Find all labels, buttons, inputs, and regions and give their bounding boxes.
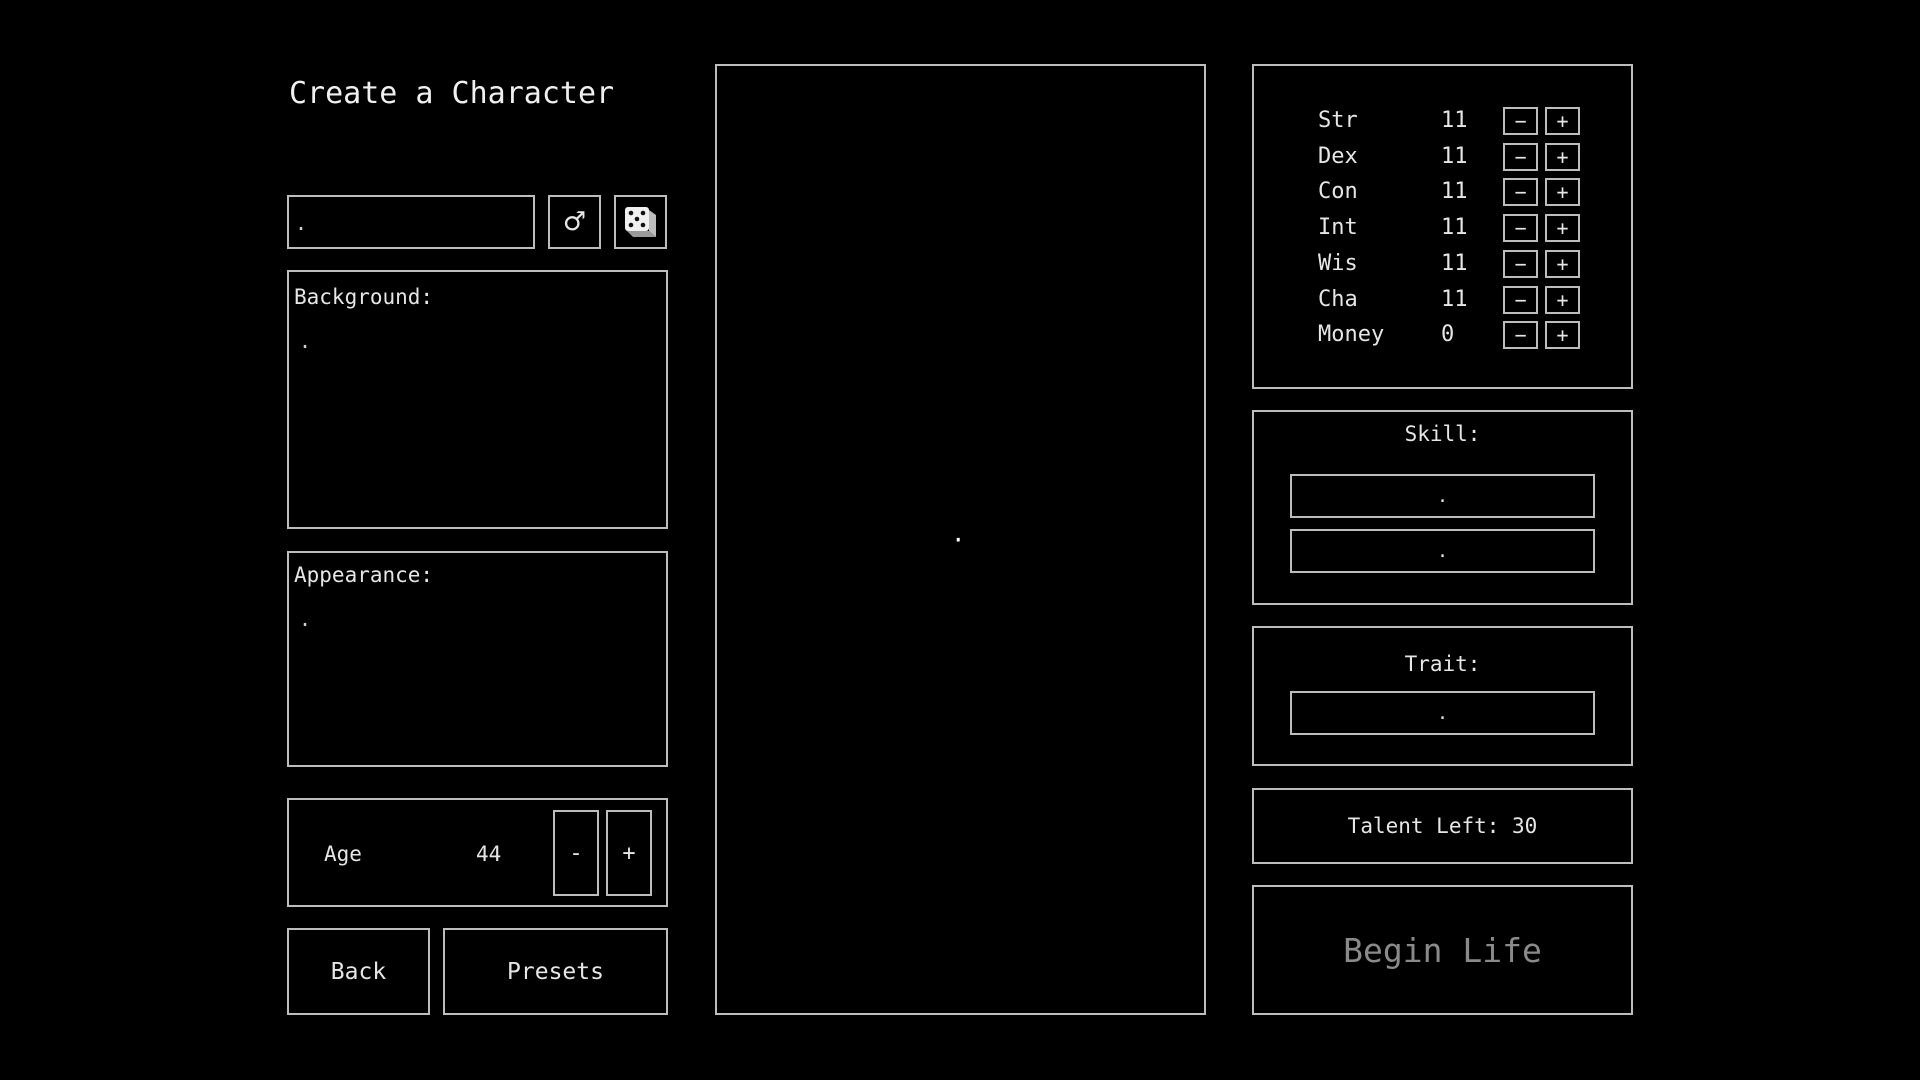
stat-decrease-button[interactable]: − [1503,250,1538,278]
presets-label: Presets [507,958,604,985]
trait-slot-1-value: . [1437,702,1448,724]
character-preview-marker: · [951,526,966,554]
stat-increase-button[interactable]: + [1545,321,1580,349]
randomize-button[interactable] [614,195,667,249]
age-label: Age [324,842,362,866]
talent-left-label: Talent Left: 30 [1347,814,1538,838]
appearance-value: . [299,607,312,631]
stat-decrease-button[interactable]: − [1503,286,1538,314]
presets-button[interactable]: Presets [443,928,668,1015]
stat-decrease-button[interactable]: − [1503,143,1538,171]
skill-slot-1[interactable]: . [1290,474,1595,518]
stat-decrease-button[interactable]: − [1503,214,1538,242]
dice-icon [624,207,656,237]
minus-icon: − [1514,216,1527,240]
plus-icon: + [1556,109,1569,133]
stat-increase-button[interactable]: + [1545,250,1580,278]
begin-life-label: Begin Life [1343,930,1542,970]
stat-value: 11 [1441,215,1468,240]
plus-icon: + [1556,180,1569,204]
stat-name: Cha [1318,287,1358,312]
page-title: Create a Character [289,76,615,111]
age-increase-button[interactable]: + [606,810,652,896]
minus-icon: − [1514,145,1527,169]
stat-name: Wis [1318,251,1358,276]
gender-toggle-button[interactable]: ♂ [548,195,601,249]
character-preview-panel: · [715,64,1206,1015]
skill-slot-2[interactable]: . [1290,529,1595,573]
stat-increase-button[interactable]: + [1545,286,1580,314]
plus-icon: + [1556,252,1569,276]
age-value: 44 [476,842,502,866]
name-input[interactable]: . [287,195,535,249]
skill-slot-1-value: . [1437,485,1448,507]
appearance-panel[interactable]: Appearance: . [287,551,668,767]
stat-name: Dex [1318,144,1358,169]
talent-panel: Talent Left: 30 [1252,788,1633,864]
stat-value: 11 [1441,251,1468,276]
stat-value: 11 [1441,144,1468,169]
begin-life-button[interactable]: Begin Life [1252,885,1633,1015]
stat-increase-button[interactable]: + [1545,107,1580,135]
minus-label: - [569,840,583,866]
background-label: Background: [294,285,434,309]
plus-label: + [622,840,636,866]
trait-slot-1[interactable]: . [1290,691,1595,735]
back-button[interactable]: Back [287,928,430,1015]
back-label: Back [330,958,387,985]
background-panel[interactable]: Background: . [287,270,668,529]
minus-icon: − [1514,288,1527,312]
skill-label: Skill: [1404,422,1481,446]
plus-icon: + [1556,288,1569,312]
minus-icon: − [1514,109,1527,133]
male-symbol-icon: ♂ [562,207,587,237]
stat-name: Int [1318,215,1358,240]
age-decrease-button[interactable]: - [553,810,599,896]
stat-value: 11 [1441,287,1468,312]
stat-increase-button[interactable]: + [1545,143,1580,171]
plus-icon: + [1556,323,1569,347]
stat-name: Money [1318,322,1385,347]
minus-icon: − [1514,323,1527,347]
skill-slot-2-value: . [1437,540,1448,562]
stat-name: Str [1318,108,1358,133]
name-input-value: . [295,211,308,235]
plus-icon: + [1556,145,1569,169]
minus-icon: − [1514,180,1527,204]
trait-label: Trait: [1404,652,1481,676]
stat-decrease-button[interactable]: − [1503,321,1538,349]
stat-increase-button[interactable]: + [1545,178,1580,206]
stat-value: 11 [1441,179,1468,204]
background-value: . [299,329,312,353]
stat-value: 11 [1441,108,1468,133]
stat-decrease-button[interactable]: − [1503,178,1538,206]
appearance-label: Appearance: [294,563,434,587]
stat-name: Con [1318,179,1358,204]
stat-value: 0 [1441,322,1455,347]
minus-icon: − [1514,252,1527,276]
stat-increase-button[interactable]: + [1545,214,1580,242]
plus-icon: + [1556,216,1569,240]
stat-decrease-button[interactable]: − [1503,107,1538,135]
